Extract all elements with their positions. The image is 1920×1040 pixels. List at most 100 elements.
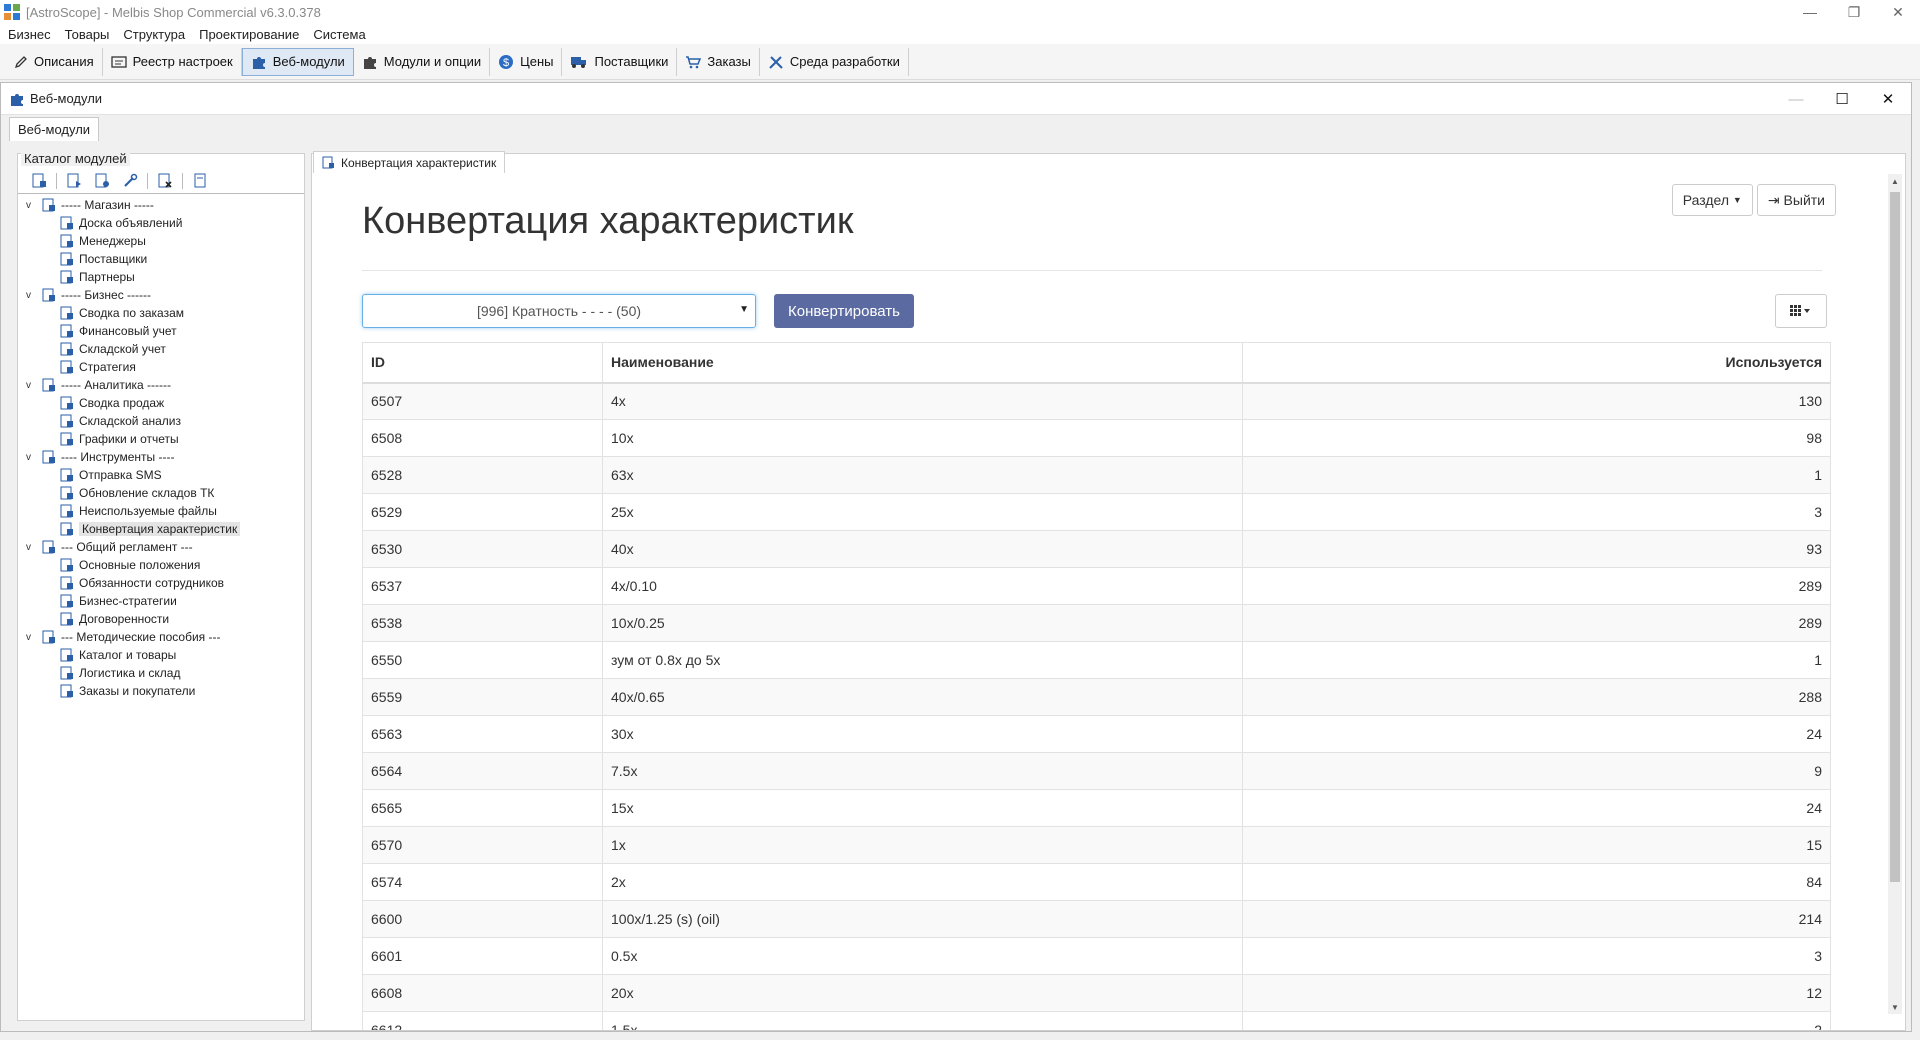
chevron-down-icon[interactable]: v (26, 452, 38, 463)
tree-item[interactable]: Финансовый учет (18, 322, 304, 340)
tree-group[interactable]: v --- Методические пособия --- (18, 628, 304, 646)
copy-module-icon[interactable] (91, 172, 113, 190)
menu-system[interactable]: Система (313, 27, 365, 42)
toolbar-webmodules-button[interactable]: Веб-модули (241, 47, 354, 76)
module-icon (60, 324, 73, 338)
toolbar-registry-button[interactable]: Реестр настроек (103, 47, 242, 76)
tree-item[interactable]: Сводка продаж (18, 394, 304, 412)
tree-item[interactable]: Складской учет (18, 340, 304, 358)
toolbar-descriptions-button[interactable]: Описания (6, 47, 103, 76)
tree-item[interactable]: Каталог и товары (18, 646, 304, 664)
tree-item[interactable]: Обновление складов ТК (18, 484, 304, 502)
table-row[interactable]: 6565 15x 24 (362, 789, 1831, 827)
close-icon[interactable]: ✕ (1876, 0, 1920, 24)
toolbar-modules-options-button[interactable]: Модули и опции (354, 47, 491, 76)
table-row[interactable]: 6563 30x 24 (362, 715, 1831, 753)
tab-webmodules[interactable]: Веб-модули (9, 117, 100, 141)
table-row[interactable]: 6559 40x/0.65 288 (362, 678, 1831, 716)
table-row[interactable]: 6550 зум от 0.8x до 5x 1 (362, 641, 1831, 679)
table-row[interactable]: 6538 10x/0.25 289 (362, 604, 1831, 642)
window-minimize-icon[interactable]: — (1773, 83, 1819, 115)
column-header-name[interactable]: Наименование (602, 342, 1243, 384)
minimize-icon[interactable]: — (1788, 0, 1832, 24)
exit-button[interactable]: ⇥ Выйти (1756, 184, 1836, 216)
menu-business[interactable]: Бизнес (8, 27, 51, 42)
toolbar-suppliers-button[interactable]: Поставщики (562, 47, 678, 76)
window-close-icon[interactable]: ✕ (1865, 83, 1911, 115)
module-page: Конвертация характеристик Раздел ▼ ⇥ Выйт… (312, 174, 1882, 1030)
chevron-down-icon[interactable]: v (26, 542, 38, 553)
table-row[interactable]: 6574 2x 84 (362, 863, 1831, 901)
tree-group[interactable]: v ----- Аналитика ------ (18, 376, 304, 394)
columns-toggle-button[interactable] (1775, 294, 1827, 328)
tree-item[interactable]: Обязанности сотрудников (18, 574, 304, 592)
chevron-down-icon[interactable]: v (26, 380, 38, 391)
cell-usage: 214 (1242, 900, 1831, 938)
menu-goods[interactable]: Товары (65, 27, 110, 42)
characteristic-select[interactable]: [996] Кратность - - - - (50) ▼ (362, 294, 756, 328)
window-maximize-icon[interactable]: ☐ (1819, 83, 1865, 115)
cell-name: 40x (602, 530, 1243, 568)
scrollbar-thumb[interactable] (1890, 192, 1900, 882)
tree-group[interactable]: v --- Общий регламент --- (18, 538, 304, 556)
tree-group[interactable]: v ----- Бизнес ------ (18, 286, 304, 304)
tree-item[interactable]: Основные положения (18, 556, 304, 574)
table-row[interactable]: 6608 20x 12 (362, 974, 1831, 1012)
table-row[interactable]: 6507 4x 130 (362, 382, 1831, 420)
tree-group[interactable]: v ---- Инструменты ---- (18, 448, 304, 466)
tree-item[interactable]: Неиспользуемые файлы (18, 502, 304, 520)
column-header-usage[interactable]: Используется (1242, 342, 1831, 384)
restore-icon[interactable]: ❐ (1832, 0, 1876, 24)
table-row[interactable]: 6528 63x 1 (362, 456, 1831, 494)
chevron-down-icon[interactable]: v (26, 290, 38, 301)
table-row[interactable]: 6564 7.5x 9 (362, 752, 1831, 790)
cell-name: 0.5x (602, 937, 1243, 975)
convert-button[interactable]: Конвертировать (774, 294, 914, 328)
table-row[interactable]: 6537 4x/0.10 289 (362, 567, 1831, 605)
table-row[interactable]: 6529 25x 3 (362, 493, 1831, 531)
table-row[interactable]: 6508 10x 98 (362, 419, 1831, 457)
properties-icon[interactable] (189, 172, 211, 190)
toolbar-orders-button[interactable]: Заказы (677, 47, 760, 76)
wrench-icon[interactable] (119, 172, 141, 190)
window-titlebar: Веб-модули — ☐ ✕ (1, 83, 1911, 115)
tree-item[interactable]: Договоренности (18, 610, 304, 628)
menu-structure[interactable]: Структура (123, 27, 185, 42)
add-child-icon[interactable] (63, 172, 85, 190)
tree-item[interactable]: Отправка SMS (18, 466, 304, 484)
scroll-down-icon[interactable]: ▼ (1888, 1000, 1902, 1014)
edit-icon (14, 55, 27, 68)
tree-group[interactable]: v ----- Магазин ----- (18, 196, 304, 214)
tree-item[interactable]: Заказы и покупатели (18, 682, 304, 700)
menu-design[interactable]: Проектирование (199, 27, 299, 42)
tree-item[interactable]: Доска объявлений (18, 214, 304, 232)
scroll-up-icon[interactable]: ▲ (1888, 174, 1902, 188)
tree-item[interactable]: Партнеры (18, 268, 304, 286)
delete-module-icon[interactable] (154, 172, 176, 190)
table-row[interactable]: 6570 1x 15 (362, 826, 1831, 864)
tree-item[interactable]: Конвертация характеристик (18, 520, 304, 538)
tree-item[interactable]: Сводка по заказам (18, 304, 304, 322)
tree-item[interactable]: Стратегия (18, 358, 304, 376)
chevron-down-icon[interactable]: v (26, 632, 38, 643)
cell-usage: 15 (1242, 826, 1831, 864)
table-row[interactable]: 6612 1.5x 2 (362, 1011, 1831, 1030)
tree-item[interactable]: Графики и отчеты (18, 430, 304, 448)
table-row[interactable]: 6530 40x 93 (362, 530, 1831, 568)
tree-item[interactable]: Логистика и склад (18, 664, 304, 682)
chevron-down-icon[interactable]: v (26, 200, 38, 211)
tree-item[interactable]: Поставщики (18, 250, 304, 268)
table-row[interactable]: 6601 0.5x 3 (362, 937, 1831, 975)
content-scrollbar[interactable]: ▲ ▼ (1888, 174, 1902, 1014)
tab-characteristics-conversion[interactable]: Конвертация характеристик (313, 151, 506, 173)
cell-id: 6529 (362, 493, 603, 531)
tree-item[interactable]: Складской анализ (18, 412, 304, 430)
column-header-id[interactable]: ID (362, 342, 603, 384)
tree-item[interactable]: Бизнес-стратегии (18, 592, 304, 610)
add-module-icon[interactable] (28, 172, 50, 190)
table-row[interactable]: 6600 100x/1.25 (s) (oil) 214 (362, 900, 1831, 938)
toolbar-devenv-button[interactable]: Среда разработки (760, 47, 909, 76)
section-dropdown-button[interactable]: Раздел ▼ (1671, 184, 1753, 216)
tree-item[interactable]: Менеджеры (18, 232, 304, 250)
toolbar-prices-button[interactable]: $ Цены (490, 47, 563, 76)
